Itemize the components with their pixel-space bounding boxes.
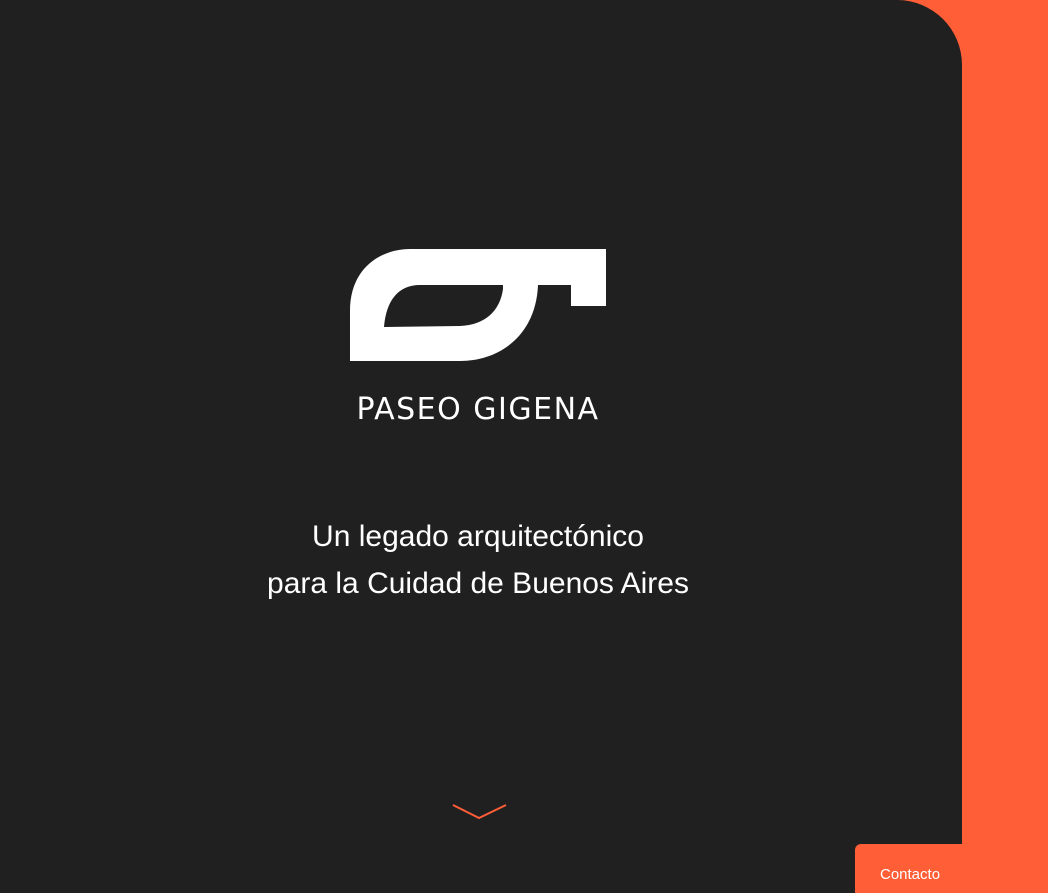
hero-panel: PASEO GIGENA Un legado arquitectónico pa… <box>0 0 962 893</box>
tagline-line-1: Un legado arquitectónico <box>312 520 644 553</box>
contact-button[interactable]: Contacto <box>855 844 962 893</box>
hero-tagline: Un legado arquitectónico para la Cuidad … <box>0 513 956 607</box>
contact-button-label: Contacto <box>880 866 941 883</box>
scroll-down-chevron-icon[interactable] <box>452 802 508 822</box>
page: PASEO GIGENA Un legado arquitectónico pa… <box>0 0 1048 893</box>
brand-name: PASEO GIGENA <box>356 392 600 427</box>
paseo-gigena-logo-icon <box>350 249 606 361</box>
tagline-line-2: para la Cuidad de Buenos Aires <box>267 567 689 600</box>
